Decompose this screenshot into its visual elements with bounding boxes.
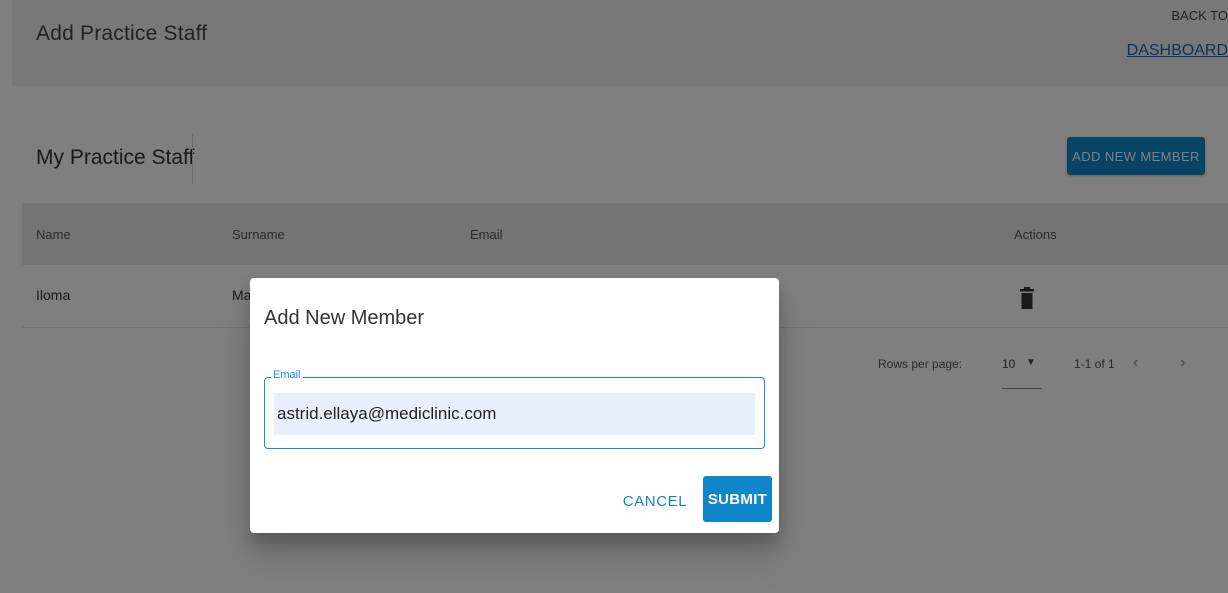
submit-button[interactable]: SUBMIT [703, 476, 772, 522]
cancel-button[interactable]: CANCEL [620, 479, 690, 523]
email-input[interactable] [274, 393, 755, 435]
add-member-dialog: Add New Member Email CANCEL SUBMIT [250, 278, 779, 533]
dialog-title: Add New Member [264, 307, 425, 329]
email-field: Email [264, 369, 765, 449]
email-field-label: Email [271, 369, 303, 381]
